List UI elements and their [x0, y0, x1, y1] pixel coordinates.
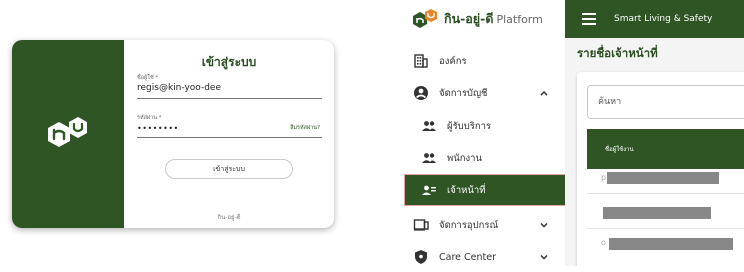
username-underline: [137, 98, 322, 99]
chevron-down-icon[interactable]: [539, 220, 549, 230]
sidebar-item-label: ผู้รับบริการ: [447, 120, 492, 132]
sidebar-item-label: พนักงาน: [447, 152, 482, 164]
app-name-thai: กิน-อยู่-ดี: [444, 11, 494, 26]
sidebar-item-label: องค์กร: [439, 55, 467, 67]
sidebar-item-label: เจ้าหน้าที่: [447, 184, 486, 196]
main-panel: Smart Living & Safety รายชื่อเจ้าหน้าที่…: [565, 0, 744, 266]
table-header: ชื่อผู้ใช้งาน: [587, 129, 744, 169]
login-button[interactable]: เข้าสู่ระบบ: [165, 159, 293, 179]
redacted-block: [607, 172, 719, 184]
password-field[interactable]: ••••••••: [137, 124, 179, 133]
hamburger-menu-icon[interactable]: [582, 13, 596, 25]
row-text-fragment: o: [601, 238, 606, 247]
app-logo-icon: [413, 9, 437, 28]
app-name: กิน-อยู่-ดี Platform: [444, 9, 543, 29]
sidebar-item-label: จัดการอุปกรณ์: [439, 219, 499, 231]
staff-icon: [422, 185, 436, 195]
app-name-suffix: Platform: [496, 13, 543, 26]
sidebar-item-care-center[interactable]: Care Center: [403, 242, 565, 272]
sidebar-item-organization[interactable]: องค์กร: [403, 46, 565, 76]
username-field[interactable]: regis@kin-yoo-dee: [137, 83, 221, 93]
top-bar-title: Smart Living & Safety: [614, 14, 713, 24]
chevron-down-icon[interactable]: [539, 252, 549, 262]
kin-yoo-dee-logo-icon: [48, 117, 87, 147]
building-icon: [414, 54, 428, 68]
sidebar-item-clients[interactable]: ผู้รับบริการ: [403, 111, 565, 141]
row-text-fragment: p: [601, 173, 607, 182]
login-brand-panel: [12, 40, 124, 228]
row-divider: [587, 228, 744, 229]
sidebar-item-device-management[interactable]: จัดการอุปกรณ์: [403, 210, 565, 240]
password-underline: [137, 137, 322, 138]
login-title: เข้าสู่ระบบ: [201, 55, 257, 69]
login-footer: กิน-อยู่-ดี: [217, 214, 241, 221]
sidebar-item-employees[interactable]: พนักงาน: [403, 143, 565, 173]
shield-icon: [415, 250, 427, 264]
row-divider: [587, 193, 744, 194]
sidebar-header: กิน-อยู่-ดี Platform: [403, 0, 565, 38]
username-label: ชื่อผู้ใช้ *: [137, 75, 159, 81]
sidebar: กิน-อยู่-ดีPlatform องค์กร จัดการบัญชี: [403, 0, 571, 266]
chevron-up-icon[interactable]: [539, 88, 549, 98]
login-form: เข้าสู่ระบบ ชื่อผู้ใช้ * regis@kin-yoo-d…: [124, 40, 334, 228]
search-input[interactable]: [587, 85, 744, 119]
column-header-username: ชื่อผู้ใช้งาน: [605, 146, 634, 153]
login-card: เข้าสู่ระบบ ชื่อผู้ใช้ * regis@kin-yoo-d…: [12, 40, 334, 228]
device-icon: [413, 219, 429, 231]
account-circle-icon: [414, 86, 428, 100]
redacted-block: [603, 207, 711, 219]
sidebar-item-label: Care Center: [439, 251, 496, 263]
staff-list-card: ชื่อผู้ใช้งาน p o: [577, 72, 744, 266]
forgot-password-link[interactable]: ลืมรหัสผ่าน?: [290, 124, 320, 132]
password-label: รหัสผ่าน *: [137, 115, 162, 121]
people-icon: [422, 153, 436, 163]
people-icon: [422, 121, 436, 131]
top-bar: Smart Living & Safety: [565, 0, 744, 38]
sidebar-item-staff[interactable]: เจ้าหน้าที่: [405, 175, 571, 205]
page-title: รายชื่อเจ้าหน้าที่: [577, 46, 658, 60]
sidebar-item-label: จัดการบัญชี: [439, 87, 488, 99]
redacted-block: [609, 238, 733, 250]
sidebar-item-account-management[interactable]: จัดการบัญชี: [403, 78, 565, 108]
